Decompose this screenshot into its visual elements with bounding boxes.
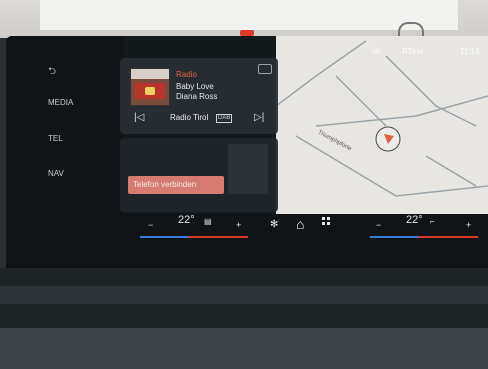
sidebar: ⮌ MEDIA TEL NAV	[6, 36, 124, 268]
phone-placeholder	[228, 144, 268, 194]
climate-bar: − 22° ▤ + ✻ ⌂ − 22° ⌐ +	[124, 214, 488, 268]
song-title: Baby Love	[176, 82, 214, 91]
skip-previous-icon[interactable]: |◁	[134, 112, 144, 123]
right-red-line	[418, 236, 478, 238]
media-source: Radio	[176, 70, 197, 79]
right-temp: 22°	[406, 214, 423, 226]
ceiling-background	[0, 0, 488, 38]
left-temp: 22°	[178, 214, 195, 226]
sidebar-item-media[interactable]: MEDIA	[48, 98, 118, 107]
station-label: RTirol	[402, 47, 423, 56]
screen-icon[interactable]	[258, 64, 272, 74]
navigation-map[interactable]: Triumphpforte	[276, 36, 488, 214]
left-red-line	[188, 236, 248, 238]
home-icon[interactable]: ⌂	[296, 216, 304, 232]
album-cover	[130, 68, 170, 106]
phone-icon: ☏	[370, 46, 382, 56]
dab-badge: DAB	[216, 114, 233, 123]
seat-heat-icon[interactable]: ▤	[204, 217, 212, 226]
back-button[interactable]: ⮌	[48, 64, 118, 81]
map-roads	[276, 40, 488, 197]
dashboard-trim	[0, 268, 488, 369]
trim-strip	[0, 286, 488, 304]
lower-trim	[0, 328, 488, 369]
clock: 11:14	[460, 47, 480, 56]
skip-next-icon[interactable]: ▷|	[254, 112, 264, 123]
right-temp-minus-button[interactable]: −	[376, 220, 381, 230]
sidebar-item-nav[interactable]: NAV	[48, 169, 118, 178]
right-blue-line	[370, 236, 418, 238]
apps-grid-icon[interactable]	[322, 217, 330, 225]
seat-icon[interactable]: ⌐	[430, 217, 435, 226]
station-name: Radio Tirol	[170, 113, 209, 122]
connect-phone-button[interactable]: Telefon verbinden	[128, 176, 224, 194]
artist-name: Diana Ross	[176, 92, 218, 101]
sidebar-item-tel[interactable]: TEL	[48, 134, 118, 143]
ceiling-panel	[40, 0, 458, 30]
left-temp-plus-button[interactable]: +	[236, 220, 241, 230]
media-widget[interactable]: Radio Baby Love Diana Ross |◁ Radio Tiro…	[120, 58, 278, 134]
phone-widget: Telefon verbinden	[120, 138, 278, 212]
right-temp-plus-button[interactable]: +	[466, 220, 471, 230]
left-blue-line	[140, 236, 188, 238]
left-temp-minus-button[interactable]: −	[148, 220, 153, 230]
media-controls: |◁ Radio Tirol DAB ▷|	[120, 112, 278, 128]
mirror-clip	[398, 22, 424, 36]
status-bar: ☏ RTirol 11:14	[356, 46, 488, 58]
infotainment-screen: ⮌ MEDIA TEL NAV Triumphpforte ☏ RTirol 1…	[6, 36, 488, 268]
fan-icon[interactable]: ✻	[270, 219, 278, 230]
